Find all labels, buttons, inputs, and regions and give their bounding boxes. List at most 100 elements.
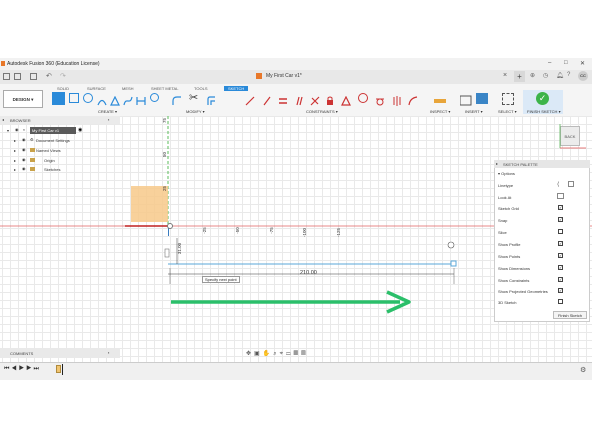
finish-sketch-icon[interactable]: ✓ (536, 92, 549, 105)
browser-item-document-settings[interactable]: Document Settings (36, 138, 70, 143)
finish-sketch-group-label[interactable]: FINISH SKETCH ▾ (527, 109, 561, 114)
expand-icon[interactable]: ▾ (7, 128, 9, 133)
construction-icon[interactable] (568, 181, 574, 187)
equal-icon[interactable] (278, 93, 288, 104)
browser-header[interactable]: ◂ BROWSER ▪ (0, 116, 120, 124)
pin-icon[interactable]: ▪ (108, 117, 109, 122)
save-icon[interactable] (30, 73, 37, 80)
show-constraints-checkbox[interactable]: ✓ (558, 277, 563, 282)
close-tab-icon[interactable]: × (503, 72, 507, 79)
curvature-icon[interactable] (408, 93, 418, 106)
concentric-icon[interactable] (358, 93, 368, 103)
tab-solid[interactable]: SOLID (57, 86, 69, 91)
ellipse-icon[interactable] (150, 93, 159, 102)
comments-pin-icon[interactable]: ▪ (108, 350, 109, 355)
sketch-grid-checkbox[interactable]: ✓ (558, 205, 563, 210)
look-at-icon[interactable] (557, 193, 564, 199)
close-icon[interactable]: ✕ (580, 60, 585, 67)
fillet-icon[interactable] (172, 93, 182, 105)
slot-icon[interactable] (136, 93, 146, 105)
timeline-settings-gear-icon[interactable]: ⚙ (580, 366, 586, 374)
look-at-nav-icon[interactable]: ▣ (254, 351, 263, 357)
slice-checkbox[interactable] (558, 229, 563, 234)
expand-icon[interactable]: ▸ (14, 158, 16, 163)
symmetry-icon[interactable] (392, 93, 402, 106)
sketch-palette-header[interactable]: ▸ SKETCH PALETTE (494, 160, 590, 168)
options-section[interactable]: ▾ Options (498, 171, 515, 176)
insert-group-label[interactable]: INSERT ▾ (465, 109, 483, 114)
visibility-eye-icon[interactable]: ◉ (15, 127, 19, 132)
3d-sketch-checkbox[interactable] (558, 299, 563, 304)
visibility-eye-icon[interactable]: ◉ (22, 157, 26, 162)
browser-item-origin[interactable]: Origin (44, 158, 55, 163)
tab-surface[interactable]: SURFACE (87, 86, 106, 91)
offset-icon[interactable] (206, 93, 216, 105)
rectangle-icon[interactable] (69, 93, 79, 103)
dimension-height-label[interactable]: 31.00 (177, 243, 182, 254)
snap-checkbox[interactable]: ✓ (558, 217, 563, 222)
display-settings-icon[interactable]: ▭ (286, 351, 294, 357)
trim-icon[interactable]: ✂ (189, 91, 198, 104)
visibility-eye-icon[interactable]: ◉ (22, 147, 26, 152)
file-icon[interactable] (14, 73, 21, 80)
tab-sketch[interactable]: SKETCH (224, 86, 249, 91)
modify-group-label[interactable]: MODIFY ▾ (186, 109, 205, 114)
show-projected-geometries-checkbox[interactable]: ✓ (558, 288, 563, 293)
minimize-icon[interactable]: – (548, 60, 551, 66)
activate-radio-icon[interactable]: ◉ (78, 127, 82, 133)
timeline-playback-controls[interactable]: ⏮◀▶▶⏭ (4, 366, 41, 373)
parallel-icon[interactable] (294, 93, 304, 106)
expand-icon[interactable]: ▸ (14, 148, 16, 153)
tangent-icon[interactable] (375, 93, 385, 106)
show-points-checkbox[interactable]: ✓ (558, 253, 563, 258)
design-workspace-button[interactable]: DESIGN ▾ (3, 90, 43, 108)
viewports-icon[interactable]: ▤ (301, 351, 309, 357)
redo-icon[interactable]: ↷ (60, 72, 66, 80)
dimension-width-label[interactable]: 210.00 (300, 270, 317, 276)
extensions-icon[interactable]: ⊕ (530, 72, 535, 79)
avatar[interactable]: CC (578, 71, 588, 81)
undo-icon[interactable]: ↶ (46, 72, 52, 80)
visibility-eye-icon[interactable]: ◉ (22, 166, 26, 171)
create-group-label[interactable]: CREATE ▾ (98, 109, 117, 114)
arc-icon[interactable] (97, 93, 107, 106)
timeline-sketch-feature[interactable] (56, 365, 61, 373)
job-status-icon[interactable]: ◷ (543, 72, 548, 79)
browser-item-sketches[interactable]: Sketches (44, 167, 60, 172)
visibility-eye-icon[interactable]: ◉ (22, 137, 26, 142)
linetype-icon[interactable]: ⟨ (557, 181, 559, 188)
show-profile-checkbox[interactable]: ✓ (558, 241, 563, 246)
insert-image-icon[interactable] (476, 93, 488, 104)
inspect-group-label[interactable]: INSPECT ▾ (430, 109, 450, 114)
coincident-icon[interactable] (245, 93, 255, 106)
collinear-icon[interactable] (262, 93, 272, 106)
finish-sketch-button[interactable]: Finish Sketch (553, 311, 587, 319)
select-group-label[interactable]: SELECT ▾ (498, 109, 517, 114)
circle-icon[interactable] (83, 93, 93, 103)
expand-icon[interactable]: ▸ (14, 138, 16, 143)
polygon-icon[interactable] (110, 93, 120, 106)
select-icon[interactable] (502, 93, 514, 105)
maximize-icon[interactable]: □ (564, 60, 568, 66)
timeline-marker[interactable] (62, 364, 63, 375)
tab-sheet-metal[interactable]: SHEET METAL (151, 86, 178, 91)
spline-icon[interactable] (123, 93, 133, 106)
pan-icon[interactable]: ✋ (263, 351, 273, 357)
help-icon[interactable]: ? (567, 72, 570, 78)
browser-root-item[interactable]: My First Car v1 (30, 127, 76, 134)
document-tab-title[interactable]: My First Car v1* (266, 73, 302, 79)
perpendicular-icon[interactable] (310, 93, 320, 106)
show-dimensions-checkbox[interactable]: ✓ (558, 265, 563, 270)
palette-collapse-icon[interactable]: ▸ (496, 161, 498, 166)
grid-settings-icon[interactable]: ▦ (294, 351, 302, 357)
browser-item-named-views[interactable]: Named Views (36, 148, 61, 153)
new-tab-icon[interactable]: + (514, 71, 525, 82)
measure-icon[interactable] (434, 93, 446, 103)
notifications-icon[interactable]: 🔔︎ (556, 72, 564, 79)
midpoint-icon[interactable] (341, 93, 351, 106)
orbit-icon[interactable]: ✥ (246, 351, 254, 357)
collapse-icon[interactable]: ◂ (2, 117, 4, 122)
tab-mesh[interactable]: MESH (122, 86, 134, 91)
create-sketch-icon[interactable] (52, 92, 65, 105)
apps-grid-icon[interactable] (3, 73, 10, 80)
